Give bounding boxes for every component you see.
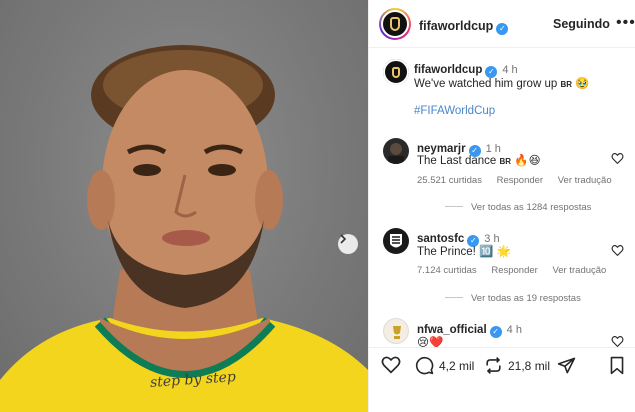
author-avatar[interactable] — [379, 8, 411, 40]
comments-count: 4,2 mil — [439, 358, 475, 373]
author-username[interactable]: fifaworldcup — [419, 19, 493, 33]
reply-button[interactable]: Responder — [491, 265, 537, 276]
like-button[interactable] — [381, 356, 401, 374]
caption-text: We've watched him grow up — [414, 78, 558, 90]
caption-username[interactable]: fifaworldcup — [414, 64, 482, 76]
following-button[interactable]: Seguindo — [553, 17, 610, 31]
comment-time: 4 h — [506, 324, 522, 336]
more-options-icon[interactable]: ••• — [616, 14, 635, 32]
comment-avatar[interactable] — [383, 318, 409, 344]
caption-emoji: 🥹 — [575, 78, 590, 90]
comments-area[interactable]: fifaworldcup ✓ 4 h We've watched him grow … — [369, 49, 635, 347]
post-media[interactable]: step by step — [0, 0, 368, 412]
save-button[interactable] — [609, 356, 625, 375]
comment-emojis: 🔟 🌟 — [479, 246, 511, 258]
comment-likes[interactable]: 25.521 curtidas — [417, 175, 482, 186]
view-replies-button[interactable]: Ver todas as 19 respostas — [445, 293, 581, 304]
like-comment-icon[interactable] — [611, 335, 624, 347]
comment-emojis: 🔥😆 — [514, 155, 541, 167]
repost-button[interactable]: 21,8 mil — [484, 356, 550, 375]
brazil-flag-icon: BR — [499, 157, 512, 166]
comment-avatar[interactable] — [383, 228, 409, 254]
comment-icon — [415, 356, 434, 375]
heart-icon — [381, 356, 401, 374]
caption-time: 4 h — [502, 64, 518, 76]
caption-hashtag[interactable]: #FIFAWorldCup — [414, 105, 495, 117]
player-photo — [0, 45, 368, 412]
comment-avatar[interactable] — [383, 138, 409, 164]
view-replies-button[interactable]: Ver todas as 1284 respostas — [445, 202, 591, 213]
caption-avatar[interactable] — [383, 59, 409, 85]
comment-button[interactable]: 4,2 mil — [415, 356, 474, 375]
repost-icon — [486, 357, 501, 374]
comment-text: The Prince! — [417, 246, 476, 258]
comment-likes[interactable]: 7.124 curtidas — [417, 265, 477, 276]
comment-text: 😢❤️ — [417, 337, 444, 347]
post-header: fifaworldcup ✓ Seguindo ••• — [369, 0, 635, 48]
verified-icon: ✓ — [496, 23, 509, 35]
trophy-icon — [392, 66, 400, 78]
verified-icon: ✓ — [489, 326, 502, 338]
post-panel: fifaworldcup ✓ Seguindo ••• fifaworldcup ✓… — [368, 0, 635, 412]
brazil-flag-icon: BR — [560, 80, 573, 89]
next-image-button[interactable] — [338, 234, 358, 254]
comment-text: The Last dance — [417, 155, 497, 167]
shares-count: 21,8 mil — [508, 358, 551, 373]
send-icon — [557, 357, 576, 374]
reply-button[interactable]: Responder — [497, 175, 543, 186]
trophy-icon — [390, 17, 400, 31]
post-actions-bar: 4,2 mil 21,8 mil — [369, 347, 635, 381]
share-button[interactable] — [557, 356, 576, 375]
like-comment-icon[interactable] — [611, 152, 624, 165]
bookmark-icon — [610, 356, 624, 375]
translate-button[interactable]: Ver tradução — [552, 265, 606, 276]
like-comment-icon[interactable] — [611, 244, 624, 257]
translate-button[interactable]: Ver tradução — [558, 175, 612, 186]
chevron-right-icon — [340, 234, 347, 244]
